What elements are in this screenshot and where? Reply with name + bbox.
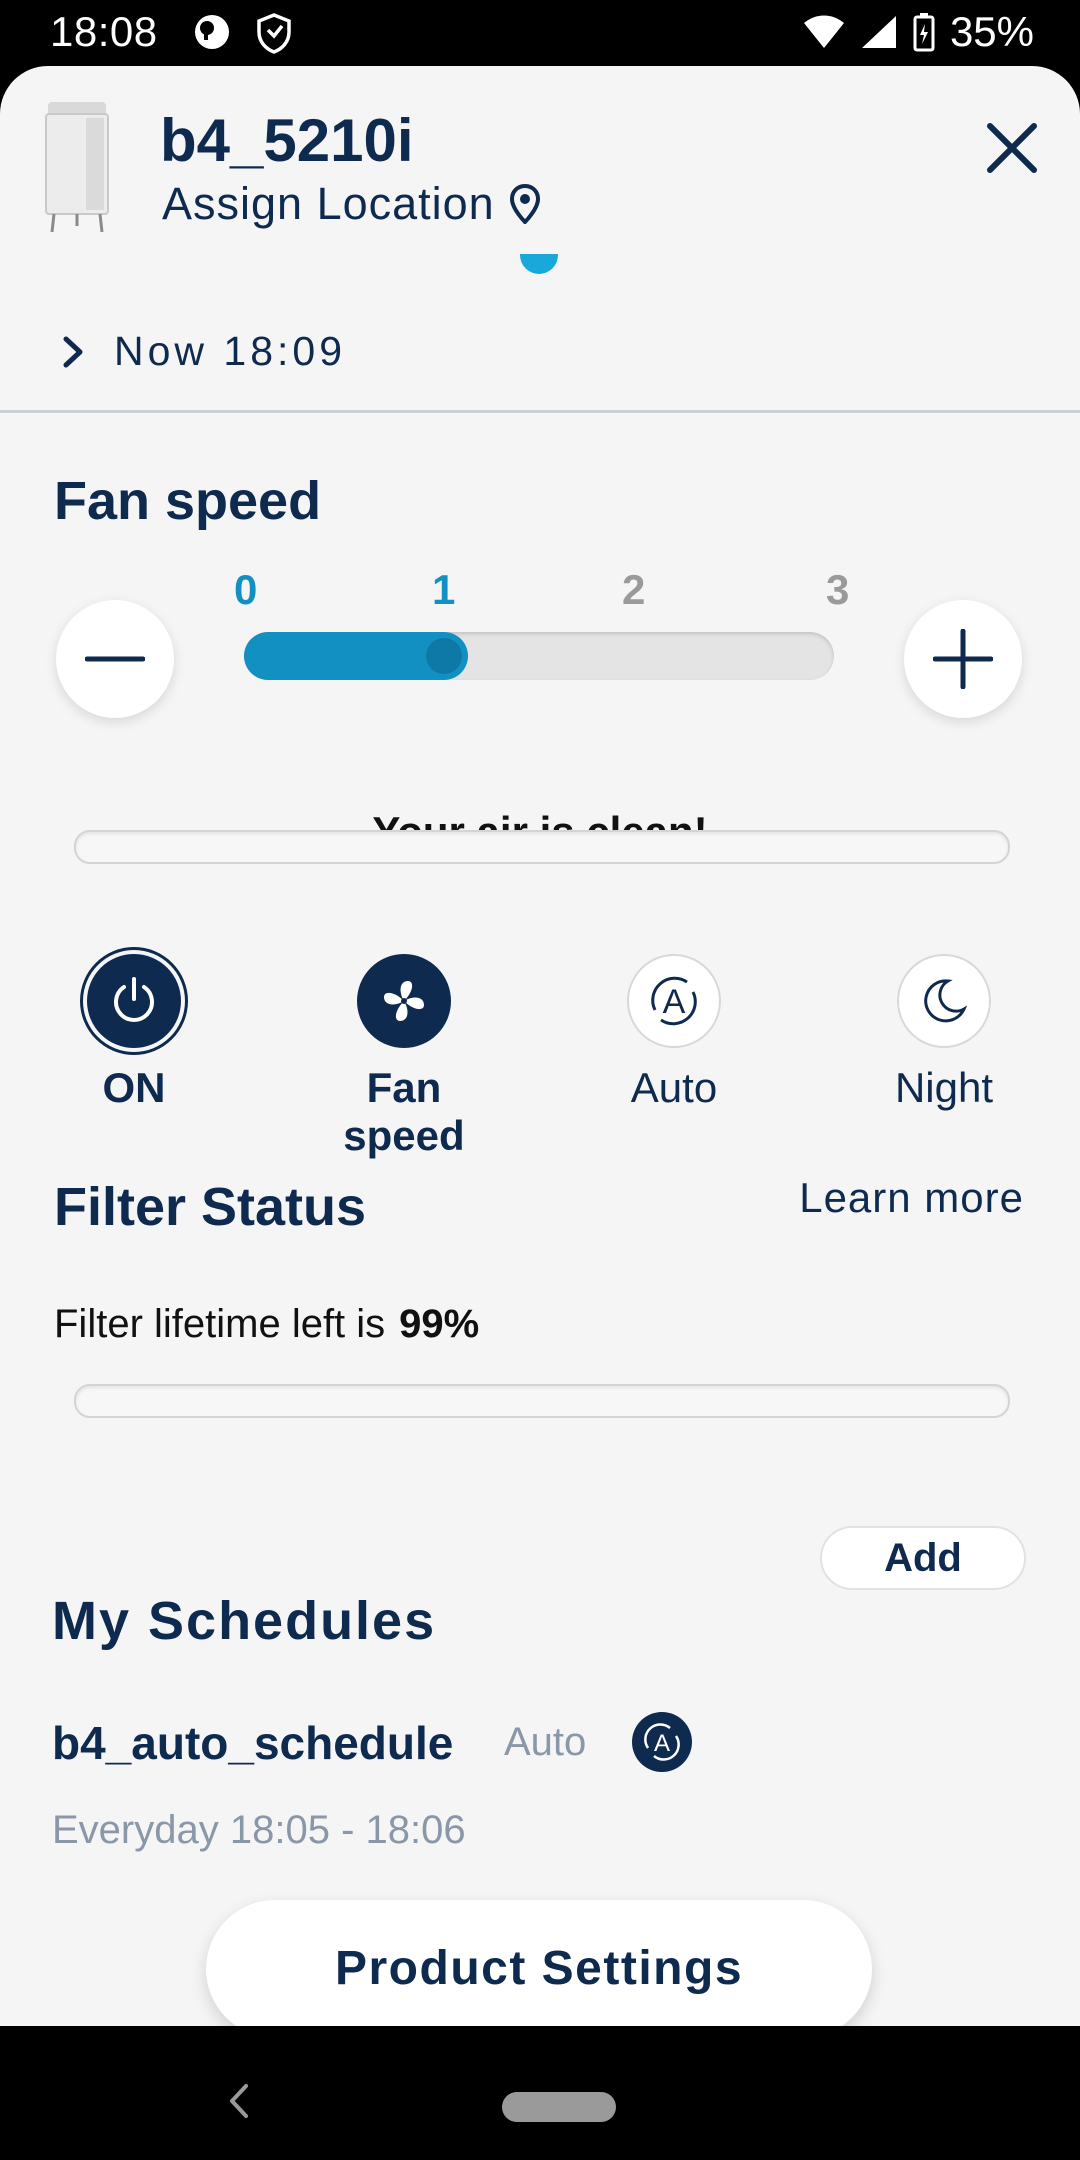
plus-icon — [933, 629, 993, 689]
close-icon[interactable] — [982, 118, 1042, 178]
filter-lifetime: Filter lifetime left is 99% — [54, 1302, 479, 1347]
back-icon[interactable] — [226, 2082, 252, 2120]
shield-notification-icon — [254, 12, 294, 59]
svg-text:A: A — [654, 1730, 670, 1757]
device-header: b4_5210i Assign Location — [0, 66, 1080, 276]
schedule-name[interactable]: b4_auto_schedule — [52, 1716, 453, 1770]
auto-icon: A — [651, 976, 697, 1026]
mode-on-button[interactable]: ON — [34, 954, 234, 1112]
filter-status-title: Filter Status — [54, 1177, 367, 1237]
home-pill[interactable] — [502, 2092, 616, 2122]
assign-location-label: Assign Location — [162, 178, 495, 229]
status-right: 35% — [802, 8, 1034, 56]
mode-auto-label: Auto — [630, 1064, 718, 1111]
fan-speed-slider[interactable] — [244, 632, 834, 680]
navigation-bar — [0, 2026, 1080, 2160]
increase-speed-button[interactable] — [904, 600, 1022, 718]
battery-icon — [913, 13, 935, 52]
speed-tick-0: 0 — [234, 566, 258, 613]
divider — [0, 410, 1080, 413]
device-sheet: b4_5210i Assign Location Now 18:09 Fan s… — [0, 66, 1080, 2026]
filter-lifetime-bar — [74, 1384, 1010, 1418]
location-pin-icon — [509, 184, 540, 224]
status-time: 18:08 — [50, 8, 158, 55]
air-purifier-image — [45, 102, 109, 233]
now-label: Now 18:09 — [114, 328, 347, 374]
battery-percent: 35% — [949, 8, 1034, 55]
learn-more-link[interactable]: Learn more — [799, 1174, 1024, 1222]
mode-on-label: ON — [102, 1064, 166, 1111]
wifi-icon — [803, 15, 844, 48]
filter-lifetime-label: Filter lifetime left is — [54, 1302, 386, 1346]
product-settings-button[interactable]: Product Settings — [206, 1900, 872, 2026]
mode-night-button[interactable]: Night — [844, 954, 1044, 1112]
mode-on-circle — [87, 954, 181, 1048]
device-name: b4_5210i — [160, 107, 414, 174]
mode-fan-circle — [357, 954, 451, 1048]
mode-auto-circle: A — [627, 954, 721, 1048]
mode-fan-label: Fan speed — [343, 1064, 465, 1159]
speed-tick-3: 3 — [826, 566, 850, 613]
decrease-speed-button[interactable] — [56, 600, 174, 718]
cell-signal-icon — [861, 16, 896, 48]
fan-speed-title: Fan speed — [54, 471, 322, 531]
filter-lifetime-value: 99% — [399, 1302, 480, 1346]
minus-icon — [85, 656, 145, 662]
fan-speed-slider-handle[interactable] — [426, 638, 462, 674]
speed-tick-1: 1 — [432, 566, 456, 613]
power-icon — [114, 977, 154, 1022]
fan-icon — [384, 981, 424, 1021]
notification-app-icon — [192, 12, 232, 57]
my-schedules-title: My Schedules — [52, 1591, 437, 1651]
schedule-time: Everyday 18:05 - 18:06 — [52, 1808, 466, 1852]
schedule-mode: Auto — [504, 1720, 587, 1764]
mode-fan-speed-button[interactable]: Fan speed — [304, 954, 504, 1160]
speed-tick-2: 2 — [622, 566, 646, 613]
assign-location-link[interactable]: Assign Location — [162, 178, 541, 230]
add-schedule-button[interactable]: Add — [820, 1526, 1026, 1590]
status-bar: 18:08 35% — [0, 0, 1080, 66]
chevron-right-icon — [63, 336, 83, 367]
mode-night-circle — [897, 954, 991, 1048]
moon-icon — [924, 979, 968, 1023]
mode-night-label: Night — [894, 1064, 994, 1111]
mode-auto-button[interactable]: A Auto — [574, 954, 774, 1112]
air-quality-bar — [74, 830, 1010, 864]
schedule-auto-icon: A — [632, 1712, 692, 1772]
timeline-now-row[interactable]: Now 18:09 — [62, 328, 346, 375]
svg-text:A: A — [663, 983, 686, 1021]
